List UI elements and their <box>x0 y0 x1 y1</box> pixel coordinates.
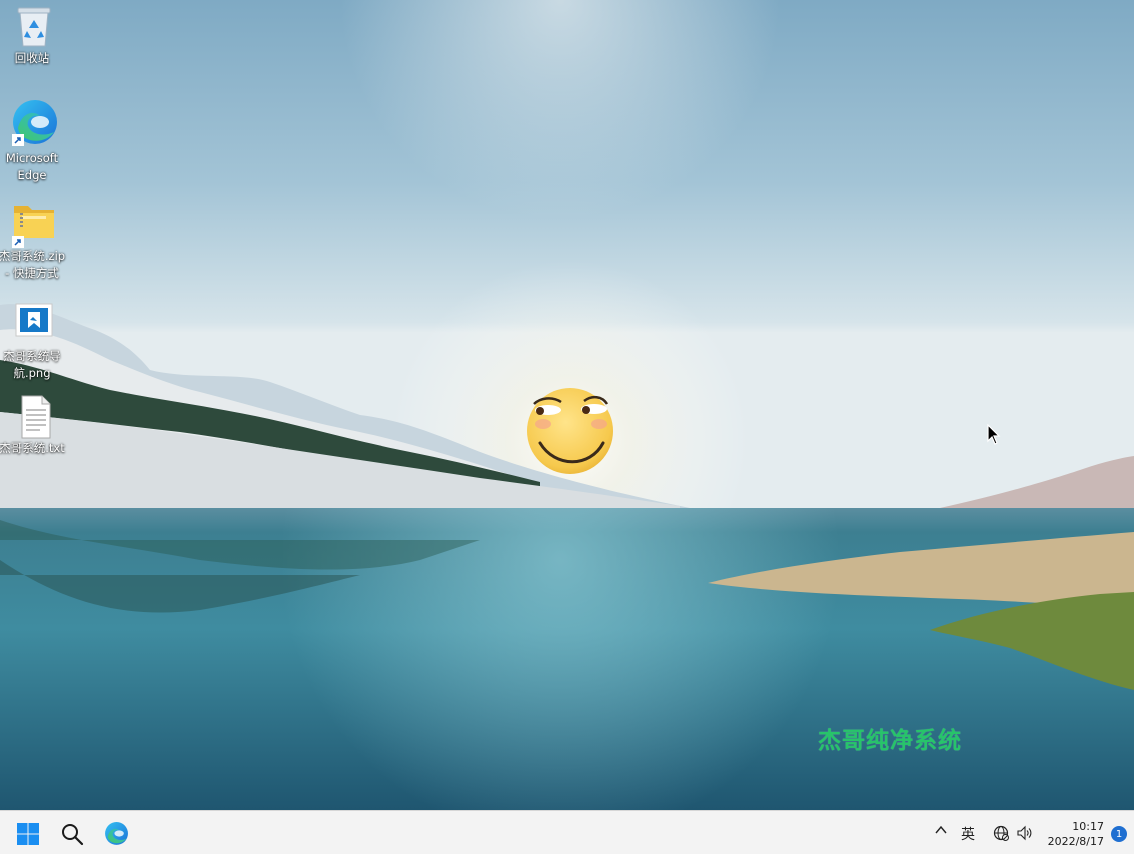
volume-icon <box>1017 825 1032 841</box>
mouse-cursor-icon <box>987 424 1001 445</box>
desktop-icon-png-file[interactable]: 杰哥系统导 航.png <box>0 302 68 382</box>
input-method-indicator[interactable]: 英 <box>961 824 975 844</box>
volume-button[interactable] <box>1016 825 1032 845</box>
clock-date: 2022/8/17 <box>1047 835 1104 848</box>
desktop-icon-txt-file[interactable]: 杰哥系统.txt <box>0 394 68 457</box>
image-file-icon <box>10 302 58 348</box>
desktop-icon-recycle-bin[interactable]: 回收站 <box>0 4 68 67</box>
desktop-icon-edge[interactable]: Microsoft Edge <box>0 98 68 184</box>
desktop-icon-label: Microsoft Edge <box>5 151 59 182</box>
network-icon <box>993 825 1009 841</box>
shortcut-arrow-icon <box>12 236 24 248</box>
watermark-text: 杰哥纯净系统 <box>818 728 962 754</box>
chevron-up-icon <box>935 825 947 834</box>
recycle-bin-icon <box>10 4 58 50</box>
zip-folder-icon <box>10 200 58 248</box>
start-icon <box>17 823 39 845</box>
clock[interactable]: 10:17 2022/8/17 <box>1048 819 1104 849</box>
shortcut-arrow-icon <box>12 134 24 146</box>
desktop-icon-label: 杰哥系统导 航.png <box>3 349 61 380</box>
desktop-icon-zip-shortcut[interactable]: 杰哥系统.zip - 快捷方式 <box>0 200 68 282</box>
network-button[interactable] <box>993 825 1009 845</box>
search-button[interactable] <box>56 818 88 850</box>
start-button[interactable] <box>12 818 44 850</box>
desktop-icon-label: 回收站 <box>14 51 50 65</box>
desktop-icon-label: 杰哥系统.txt <box>0 441 65 455</box>
wallpaper <box>0 0 1134 810</box>
search-icon <box>62 824 84 846</box>
desktop[interactable]: 回收站 Microsoft Edge 杰哥系统.zip - 快捷方式 杰哥系统导… <box>0 0 1134 810</box>
clock-time: 10:17 <box>1072 820 1104 833</box>
desktop-icon-label: 杰哥系统.zip - 快捷方式 <box>0 249 66 280</box>
taskbar-edge-button[interactable] <box>100 818 132 850</box>
notification-badge[interactable]: 1 <box>1111 826 1127 842</box>
edge-icon <box>105 822 128 845</box>
tray-overflow-button[interactable] <box>934 823 948 841</box>
text-file-icon <box>10 394 58 440</box>
taskbar: 英 10:17 2022/8/17 1 <box>0 810 1134 854</box>
edge-icon <box>10 98 58 146</box>
